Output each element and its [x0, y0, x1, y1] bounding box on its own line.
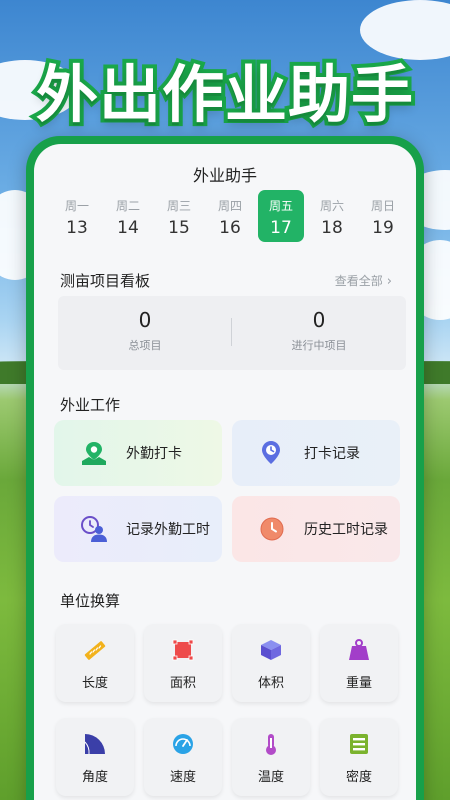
day-name: 周三 — [166, 199, 191, 213]
day-date: 15 — [168, 218, 190, 238]
thermometer-icon — [266, 734, 276, 755]
user-clock-icon — [81, 516, 107, 542]
app-title: 外业助手 — [192, 166, 257, 185]
day-date: 16 — [219, 218, 241, 238]
field-checkin-button[interactable]: 外勤打卡 — [54, 420, 222, 486]
unit-angle-label: 角度 — [81, 770, 108, 785]
day-thu[interactable]: 周四 16 — [207, 190, 253, 242]
project-stats: 0 总项目 0 进行中项目 — [58, 296, 406, 370]
day-name: 周二 — [115, 199, 140, 213]
day-sun[interactable]: 周日 19 — [360, 190, 406, 242]
unit-volume-label: 体积 — [257, 676, 284, 691]
unit-density-label: 密度 — [345, 770, 372, 785]
active-projects-label: 进行中项目 — [291, 339, 347, 352]
log-field-hours-label: 记录外勤工时 — [126, 522, 210, 538]
checkin-records-label: 打卡记录 — [304, 446, 360, 462]
unit-temperature-label: 温度 — [257, 770, 284, 785]
total-projects[interactable]: 0 总项目 — [58, 308, 232, 353]
location-clock-icon — [262, 441, 280, 464]
day-tue[interactable]: 周二 14 — [105, 190, 151, 242]
unit-temperature-button[interactable]: 温度 — [232, 718, 310, 796]
day-date: 18 — [321, 218, 343, 238]
day-name: 周一 — [64, 199, 89, 213]
app-screen: 外业助手 周一 13 周二 14 周三 15 周四 16 周五 17 周六 18… — [34, 144, 416, 800]
day-wed[interactable]: 周三 15 — [156, 190, 202, 242]
unit-area-button[interactable]: 面积 — [144, 624, 222, 702]
day-sat[interactable]: 周六 18 — [309, 190, 355, 242]
history-hours-button[interactable]: 历史工时记录 — [232, 496, 400, 562]
unit-length-button[interactable]: 长度 — [56, 624, 134, 702]
day-name: 周六 — [319, 199, 344, 213]
clock-icon — [260, 517, 284, 541]
day-fri-selected[interactable]: 周五 17 — [258, 190, 304, 242]
day-name: 周五 — [268, 199, 293, 213]
unit-weight-label: 重量 — [345, 676, 372, 691]
checkin-records-button[interactable]: 打卡记录 — [232, 420, 400, 486]
unit-conversion-title: 单位换算 — [60, 592, 121, 610]
unit-volume-button[interactable]: 体积 — [232, 624, 310, 702]
week-calendar: 周一 13 周二 14 周三 15 周四 16 周五 17 周六 18 周日 1… — [54, 190, 404, 242]
cube-icon — [261, 640, 281, 660]
history-hours-label: 历史工时记录 — [304, 522, 388, 538]
total-projects-label: 总项目 — [128, 339, 162, 352]
day-date: 19 — [372, 218, 394, 238]
unit-length-label: 长度 — [81, 676, 108, 691]
speedometer-icon — [173, 734, 193, 754]
log-field-hours-button[interactable]: 记录外勤工时 — [54, 496, 222, 562]
field-checkin-label: 外勤打卡 — [126, 446, 182, 462]
weight-icon — [349, 639, 369, 660]
ruler-icon — [84, 641, 106, 660]
unit-angle-button[interactable]: 角度 — [56, 718, 134, 796]
field-work-title: 外业工作 — [60, 396, 121, 414]
unit-weight-button[interactable]: 重量 — [320, 624, 398, 702]
day-date: 14 — [117, 218, 139, 238]
chevron-right-icon: › — [386, 274, 392, 289]
active-projects[interactable]: 0 进行中项目 — [232, 308, 406, 353]
map-pin-icon — [82, 442, 106, 465]
protractor-icon — [84, 734, 105, 755]
see-all-link[interactable]: 查看全部 › — [335, 272, 392, 289]
day-name: 周日 — [370, 199, 395, 213]
active-projects-value: 0 — [312, 308, 326, 332]
day-mon[interactable]: 周一 13 — [54, 190, 100, 242]
day-name: 周四 — [217, 199, 242, 213]
board-title: 测亩项目看板 — [60, 272, 151, 290]
day-date: 13 — [66, 218, 88, 238]
see-all-label: 查看全部 — [334, 274, 383, 288]
unit-area-label: 面积 — [169, 676, 196, 691]
density-icon — [350, 734, 368, 754]
unit-speed-label: 速度 — [169, 770, 196, 785]
day-date: 17 — [270, 218, 292, 238]
unit-speed-button[interactable]: 速度 — [144, 718, 222, 796]
area-icon — [172, 639, 194, 661]
hero-title: 外出作业助手 — [32, 54, 417, 135]
phone-frame: 外业助手 周一 13 周二 14 周三 15 周四 16 周五 17 周六 18… — [26, 136, 424, 800]
total-projects-value: 0 — [138, 308, 152, 332]
unit-density-button[interactable]: 密度 — [320, 718, 398, 796]
